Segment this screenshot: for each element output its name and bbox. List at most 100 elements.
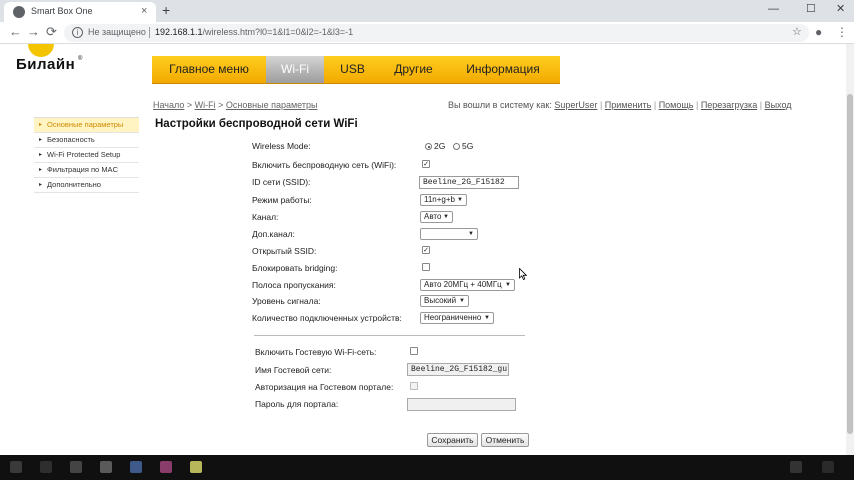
sidebar-item-label: Основные параметры	[47, 120, 124, 129]
minimize-icon[interactable]: —	[768, 2, 779, 16]
page-title: Настройки беспроводной сети WiFi	[155, 118, 358, 130]
login-prefix: Вы вошли в систему как:	[448, 100, 552, 110]
sidebar-item-label: Дополнительно	[47, 180, 101, 189]
enable-wifi-label: Включить беспроводную сеть (WiFi):	[252, 160, 397, 170]
block-bridging-checkbox[interactable]	[422, 263, 430, 271]
sidebar-item-advanced[interactable]: ▸ Дополнительно	[34, 178, 139, 193]
page-scrollbar[interactable]	[846, 44, 854, 455]
bullet-icon: ▸	[39, 167, 43, 173]
mode-label: Режим работы:	[252, 195, 312, 205]
back-icon[interactable]: ←	[9, 25, 22, 39]
mode-5g-label: 5G	[462, 141, 474, 151]
save-button[interactable]: Сохранить	[427, 433, 478, 447]
channel-select[interactable]: Авто ▼	[420, 211, 453, 223]
guest-portal-checkbox[interactable]	[410, 382, 418, 390]
portal-password-input[interactable]	[407, 398, 516, 411]
userbar-sep: |	[599, 100, 603, 110]
mode-2g-label: 2G	[434, 141, 446, 151]
mode-select[interactable]: 11n+g+b ▼	[420, 194, 467, 206]
guest-enable-checkbox[interactable]	[410, 347, 418, 355]
ssid-input[interactable]: Beeline_2G_F15182	[419, 176, 519, 189]
ext-channel-select[interactable]: ▼	[420, 228, 478, 240]
breadcrumb-sep: >	[215, 100, 226, 110]
start-icon[interactable]	[10, 461, 22, 473]
maximize-icon[interactable]: ☐	[806, 2, 816, 16]
profile-icon[interactable]: ●	[815, 25, 822, 39]
nav-main-menu[interactable]: Главное меню	[152, 56, 266, 83]
breadcrumb-wifi[interactable]: Wi-Fi	[195, 100, 216, 110]
user-bar: Вы вошли в систему как: SuperUser | Прим…	[448, 100, 792, 110]
section-divider	[254, 335, 525, 336]
bookmark-star-icon[interactable]: ☆	[792, 25, 802, 38]
signal-select[interactable]: Высокий ▼	[420, 295, 469, 307]
apply-link[interactable]: Применить	[605, 100, 652, 110]
signal-label: Уровень сигнала:	[252, 296, 321, 306]
sidebar-item-mac-filter[interactable]: ▸ Фильтрация по MAC	[34, 163, 139, 178]
guest-name-label: Имя Гостевой сети:	[255, 365, 332, 375]
nav-usb[interactable]: USB	[324, 56, 381, 83]
dropdown-arrow-icon: ▼	[457, 197, 463, 203]
tray-icon[interactable]	[790, 461, 802, 473]
os-taskbar	[0, 455, 854, 480]
channel-select-value: Авто	[424, 212, 442, 221]
reboot-link[interactable]: Перезагрузка	[701, 100, 757, 110]
url-path: /wireless.htm?l0=1&l1=0&l2=-1&l3=-1	[202, 27, 354, 37]
mode-5g-radio[interactable]	[453, 143, 460, 150]
nav-other[interactable]: Другие	[381, 56, 446, 83]
breadcrumb-current[interactable]: Основные параметры	[226, 100, 318, 110]
bandwidth-select[interactable]: Авто 20МГц + 40МГц ▼	[420, 279, 515, 291]
username-link[interactable]: SuperUser	[554, 100, 597, 110]
mode-2g-radio[interactable]	[425, 143, 432, 150]
search-icon[interactable]	[40, 461, 52, 473]
nav-wifi[interactable]: Wi-Fi	[266, 56, 324, 83]
mouse-cursor-icon	[519, 268, 527, 281]
breadcrumb: Начало > Wi-Fi > Основные параметры	[153, 100, 317, 110]
app-icon[interactable]	[130, 461, 142, 473]
open-ssid-checkbox[interactable]: ✓	[422, 246, 430, 254]
enable-wifi-checkbox[interactable]: ✓	[422, 160, 430, 168]
sidebar-item-security[interactable]: ▸ Безопасность	[34, 133, 139, 148]
dropdown-arrow-icon: ▼	[484, 315, 490, 321]
portal-password-label: Пароль для портала:	[255, 399, 339, 409]
sidebar-item-label: Фильтрация по MAC	[47, 165, 118, 174]
taskview-icon[interactable]	[70, 461, 82, 473]
open-ssid-label: Открытый SSID:	[252, 246, 317, 256]
bullet-icon: ▸	[39, 137, 43, 143]
url-text[interactable]: 192.168.1.1/wireless.htm?l0=1&l1=0&l2=-1…	[155, 27, 353, 37]
userbar-sep: |	[759, 100, 763, 110]
explorer-icon[interactable]	[100, 461, 112, 473]
url-separator	[149, 27, 150, 38]
browser-tab[interactable]: Smart Box One ×	[4, 2, 156, 22]
browser-menu-icon[interactable]: ⋮	[836, 25, 848, 39]
breadcrumb-home[interactable]: Начало	[153, 100, 184, 110]
guest-name-input[interactable]: Beeline_2G_F15182_gu	[407, 363, 509, 376]
browser-taskbar-icon[interactable]	[190, 461, 202, 473]
devices-label: Количество подключенных устройств:	[252, 313, 402, 323]
bullet-icon: ▸	[39, 152, 43, 158]
notification-icon[interactable]	[822, 461, 834, 473]
help-link[interactable]: Помощь	[659, 100, 694, 110]
userbar-sep: |	[653, 100, 657, 110]
bandwidth-label: Полоса пропускания:	[252, 280, 336, 290]
info-icon[interactable]: i	[72, 27, 83, 38]
close-window-icon[interactable]: ✕	[836, 2, 845, 16]
sidebar-item-wps[interactable]: ▸ Wi-Fi Protected Setup	[34, 148, 139, 163]
url-host: 192.168.1.1	[155, 27, 203, 37]
tab-close-icon[interactable]: ×	[141, 5, 147, 17]
scrollbar-thumb[interactable]	[847, 94, 853, 434]
address-bar[interactable]: i Не защищено 192.168.1.1/wireless.htm?l…	[64, 24, 809, 42]
sidebar-item-basic[interactable]: ▸ Основные параметры	[34, 118, 139, 133]
new-tab-button[interactable]: +	[162, 3, 170, 17]
nav-info[interactable]: Информация	[446, 56, 560, 83]
bandwidth-select-value: Авто 20МГц + 40МГц	[424, 280, 502, 289]
logout-link[interactable]: Выход	[765, 100, 792, 110]
beeline-logo[interactable]: Билайн ®	[16, 44, 106, 74]
app-icon[interactable]	[160, 461, 172, 473]
cancel-button[interactable]: Отменить	[481, 433, 529, 447]
signal-select-value: Высокий	[424, 296, 457, 305]
sidebar-item-label: Wi-Fi Protected Setup	[47, 150, 121, 159]
forward-icon[interactable]: →	[27, 25, 40, 39]
reload-icon[interactable]: ⟳	[46, 25, 57, 39]
devices-select[interactable]: Неограниченно ▼	[420, 312, 494, 324]
logo-text: Билайн	[16, 56, 76, 73]
